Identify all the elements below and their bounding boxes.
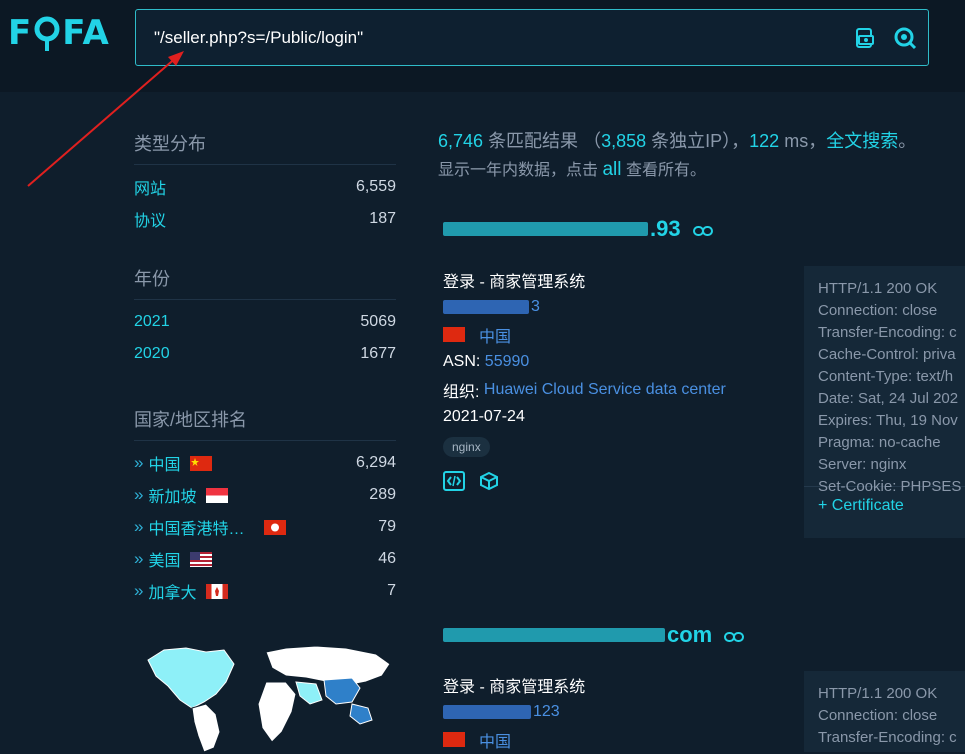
header-line: Server: nginx [818, 456, 907, 473]
header-lines: HTTP/1.1 200 OK Connection: close Transfer… [804, 671, 965, 749]
china-flag-icon [190, 455, 213, 471]
type-row[interactable]: 网站 6,559 [134, 171, 396, 203]
redacted-host [443, 222, 648, 236]
chevron-right-icon: » [134, 453, 144, 472]
header-line: Content-Type: text/h [818, 368, 954, 385]
type-row[interactable]: 协议 187 [134, 203, 396, 235]
country-row[interactable]: » 加拿大 7 [134, 575, 396, 607]
ip-address[interactable]: 123 [443, 699, 585, 727]
singapore-flag-icon [206, 487, 229, 503]
file-upload-icon[interactable] [852, 25, 878, 51]
header-line: Transfer-Encoding: c [818, 324, 957, 341]
response-header-panel: HTTP/1.1 200 OK Connection: close Transfer… [804, 266, 965, 538]
header-line: HTTP/1.1 200 OK [818, 280, 938, 297]
header-line: Connection: close [818, 302, 938, 319]
year-title: 年份 [134, 265, 396, 300]
country-title: 国家/地区排名 [134, 406, 396, 441]
search-icon[interactable] [892, 25, 918, 51]
code-icon[interactable] [443, 471, 465, 496]
result-subtitle: 显示一年内数据，点击 all 查看所有。 [438, 159, 706, 180]
ip-address[interactable]: 3 [443, 294, 726, 322]
result-date: 2021-07-24 [443, 408, 525, 426]
logo-letter: F [8, 13, 33, 53]
result-title-link[interactable]: com [443, 622, 745, 648]
header-line: Date: Sat, 24 Jul 202 [818, 390, 959, 407]
chevron-right-icon: » [134, 485, 144, 504]
header-line: Expires: Thu, 19 Nov [818, 412, 958, 429]
year-row[interactable]: 2020 1677 [134, 338, 396, 370]
link-icon[interactable] [724, 622, 745, 648]
year-row[interactable]: 2021 5069 [134, 306, 396, 338]
hongkong-flag-icon [264, 519, 287, 535]
response-header-panel: HTTP/1.1 200 OK Connection: close Transfer… [804, 671, 965, 752]
logo-pin-icon [34, 14, 60, 52]
logo-letters: FA [62, 13, 110, 53]
country-row[interactable]: » 新加坡 289 [134, 479, 396, 511]
chevron-right-icon: » [134, 581, 144, 600]
filter-sidebar: 类型分布 网站 6,559 协议 187 年份 2021 5069 2020 1677 … [134, 130, 396, 607]
header-lines: HTTP/1.1 200 OK Connection: close Transfer… [804, 266, 965, 495]
result-title-link[interactable]: .93 [443, 216, 713, 242]
header-line: Set-Cookie: PHPSES [818, 478, 962, 495]
canada-flag-icon [206, 583, 229, 599]
country-link[interactable]: 中国 [443, 321, 726, 349]
country-row[interactable]: » 美国 46 [134, 543, 396, 575]
result-summary: 6,746 条匹配结果 （3,858 条独立IP），122 ms，全文搜索。 [438, 131, 917, 151]
fofa-logo[interactable]: F FA [8, 12, 110, 54]
cube-icon[interactable] [479, 471, 499, 496]
country-link[interactable]: 中国 [443, 726, 585, 754]
header-line: Transfer-Encoding: c [818, 729, 957, 746]
result-info: 登录 - 商家管理系统 123 中国 [443, 671, 585, 754]
search-box[interactable]: "/seller.php?s=/Public/login" [135, 9, 929, 66]
china-flag-icon [443, 327, 465, 343]
asn-link[interactable]: 55990 [485, 353, 530, 371]
header-line: Connection: close [818, 707, 938, 724]
link-icon[interactable] [692, 216, 713, 242]
header-line: Pragma: no-cache [818, 434, 941, 451]
nginx-tag[interactable]: nginx [443, 437, 490, 457]
chevron-right-icon: » [134, 549, 144, 568]
result-info: 登录 - 商家管理系统 3 中国 ASN: 55990 组织: Huawei C… [443, 266, 726, 496]
org-link[interactable]: Huawei Cloud Service data center [484, 381, 726, 399]
page-title: 登录 - 商家管理系统 [443, 273, 586, 291]
redacted-ip [443, 705, 531, 720]
all-link[interactable]: all [602, 159, 621, 180]
country-row[interactable]: » 中国香港特… 79 [134, 511, 396, 543]
redacted-host [443, 628, 665, 642]
search-query[interactable]: "/seller.php?s=/Public/login" [154, 28, 363, 48]
header-line: HTTP/1.1 200 OK [818, 685, 938, 702]
type-title: 类型分布 [134, 130, 396, 165]
header-line: Cache-Control: priva [818, 346, 956, 363]
country-row[interactable]: » 中国 6,294 [134, 447, 396, 479]
page-title: 登录 - 商家管理系统 [443, 678, 586, 696]
chevron-right-icon: » [134, 517, 144, 536]
fulltext-search-link[interactable]: 全文搜索 [826, 131, 898, 151]
china-flag-icon [443, 732, 465, 748]
redacted-ip [443, 300, 529, 315]
world-map [147, 645, 391, 752]
usa-flag-icon [190, 551, 213, 567]
